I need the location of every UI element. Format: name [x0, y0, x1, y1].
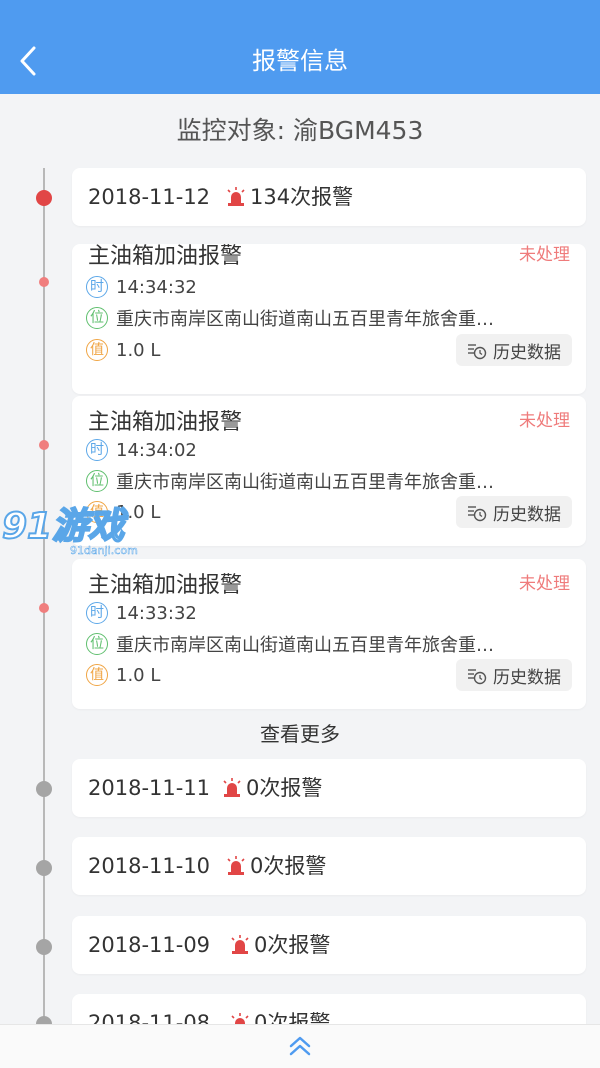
time-row: 时 14:34:32 — [86, 273, 197, 301]
alarm-time: 14:34:02 — [116, 439, 197, 461]
history-clock-icon — [468, 506, 487, 522]
alarm-time: 14:33:32 — [116, 602, 197, 624]
alarm-count: 0次报警 — [222, 759, 322, 817]
bottom-bar — [0, 1024, 600, 1068]
location-row: 位 重庆市南岸区南山街道南山五百里青年旅舍重… — [86, 630, 556, 658]
date-group-card[interactable]: 2018-11-11 0次报警 — [72, 759, 586, 817]
scroll-top-button[interactable] — [286, 1033, 314, 1059]
alarm-address: 重庆市南岸区南山街道南山五百里青年旅舍重… — [116, 472, 494, 493]
watermark-logo: 91游戏 91danji.com — [1, 505, 138, 557]
history-data-button[interactable]: 历史数据 — [456, 334, 572, 366]
alarm-count-text: 0次报警 — [250, 854, 327, 878]
location-badge-icon: 位 — [86, 633, 108, 655]
alarm-count-text: 134次报警 — [250, 185, 354, 209]
alarm-card[interactable]: 主油箱加油报警 未处理 时 14:33:32 位 重庆市南岸区南山街道南山五百里… — [72, 559, 586, 709]
alarm-card[interactable]: 主油箱加油报警 未处理 时 14:34:02 位 重庆市南岸区南山街道南山五百里… — [72, 396, 586, 546]
alarm-count-text: 0次报警 — [246, 776, 323, 800]
time-row: 时 14:33:32 — [86, 599, 197, 627]
alarm-card[interactable]: 主油箱加油报警 未处理 时 14:34:32 位 重庆市南岸区南山街道南山五百里… — [72, 244, 586, 394]
history-label: 历史数据 — [493, 342, 561, 363]
alarm-time: 14:34:32 — [116, 276, 197, 298]
timeline-dot-date — [36, 860, 52, 876]
timeline-dot-alarm — [39, 277, 49, 287]
value-row: 值 1.0 L — [86, 661, 160, 689]
view-more-link[interactable]: 查看更多 — [0, 720, 600, 748]
monitor-target: 监控对象: 渝BGM453 — [176, 116, 424, 145]
alarm-value: 1.0 L — [116, 339, 161, 361]
alarm-title: 主油箱加油报警 — [88, 573, 243, 598]
alarm-address: 重庆市南岸区南山街道南山五百里青年旅舍重… — [116, 309, 494, 330]
timeline-dot-alarm — [39, 603, 49, 613]
time-badge-icon: 时 — [86, 439, 108, 461]
location-badge-icon: 位 — [86, 470, 108, 492]
watermark-sub: 91danji.com — [70, 544, 138, 557]
siren-icon — [227, 856, 245, 875]
alarm-title: 主油箱加油报警 — [88, 410, 243, 435]
alarm-value: 1.0 L — [116, 664, 161, 686]
siren-icon — [223, 778, 241, 797]
value-badge-icon: 值 — [86, 664, 108, 686]
history-clock-icon — [468, 344, 487, 360]
alarm-address: 重庆市南岸区南山街道南山五百里青年旅舍重… — [116, 635, 494, 656]
alarm-count: 134次报警 — [226, 168, 353, 226]
timeline-line — [43, 168, 45, 1028]
group-date: 2018-11-12 — [88, 185, 211, 209]
time-badge-icon: 时 — [86, 602, 108, 624]
value-row: 值 1.0 L — [86, 336, 160, 364]
location-row: 位 重庆市南岸区南山街道南山五百里青年旅舍重… — [86, 304, 556, 332]
date-group-card[interactable]: 2018-11-09 0次报警 — [72, 916, 586, 974]
siren-icon — [227, 187, 245, 206]
group-date: 2018-11-10 — [88, 854, 211, 878]
alarm-title: 主油箱加油报警 — [88, 244, 243, 269]
value-badge-icon: 值 — [86, 339, 108, 361]
timeline-dot-active — [36, 190, 52, 206]
app-header: 报警信息 — [0, 0, 600, 94]
history-label: 历史数据 — [493, 667, 561, 688]
location-badge-icon: 位 — [86, 307, 108, 329]
time-row: 时 14:34:02 — [86, 436, 197, 464]
location-row: 位 重庆市南岸区南山街道南山五百里青年旅舍重… — [86, 467, 556, 495]
siren-icon — [231, 935, 249, 954]
timeline-dot-alarm — [39, 440, 49, 450]
timeline-dot-date — [36, 781, 52, 797]
group-date: 2018-11-11 — [88, 776, 211, 800]
date-group-card[interactable]: 2018-11-12 134次报警 — [72, 168, 586, 226]
history-label: 历史数据 — [493, 504, 561, 525]
status-badge: 未处理 — [519, 574, 570, 594]
group-date: 2018-11-09 — [88, 933, 211, 957]
page-title: 报警信息 — [252, 47, 348, 75]
history-data-button[interactable]: 历史数据 — [456, 659, 572, 691]
status-badge: 未处理 — [519, 245, 570, 265]
time-badge-icon: 时 — [86, 276, 108, 298]
date-group-card[interactable]: 2018-11-10 0次报警 — [72, 837, 586, 895]
history-clock-icon — [468, 669, 487, 685]
watermark-main: 91游戏 — [2, 506, 128, 547]
alarm-count: 0次报警 — [226, 837, 326, 895]
timeline-dot-date — [36, 939, 52, 955]
double-chevron-up-icon — [289, 1036, 311, 1056]
history-data-button[interactable]: 历史数据 — [456, 496, 572, 528]
status-badge: 未处理 — [519, 411, 570, 431]
alarm-count: 0次报警 — [230, 916, 330, 974]
alarm-count-text: 0次报警 — [254, 933, 331, 957]
